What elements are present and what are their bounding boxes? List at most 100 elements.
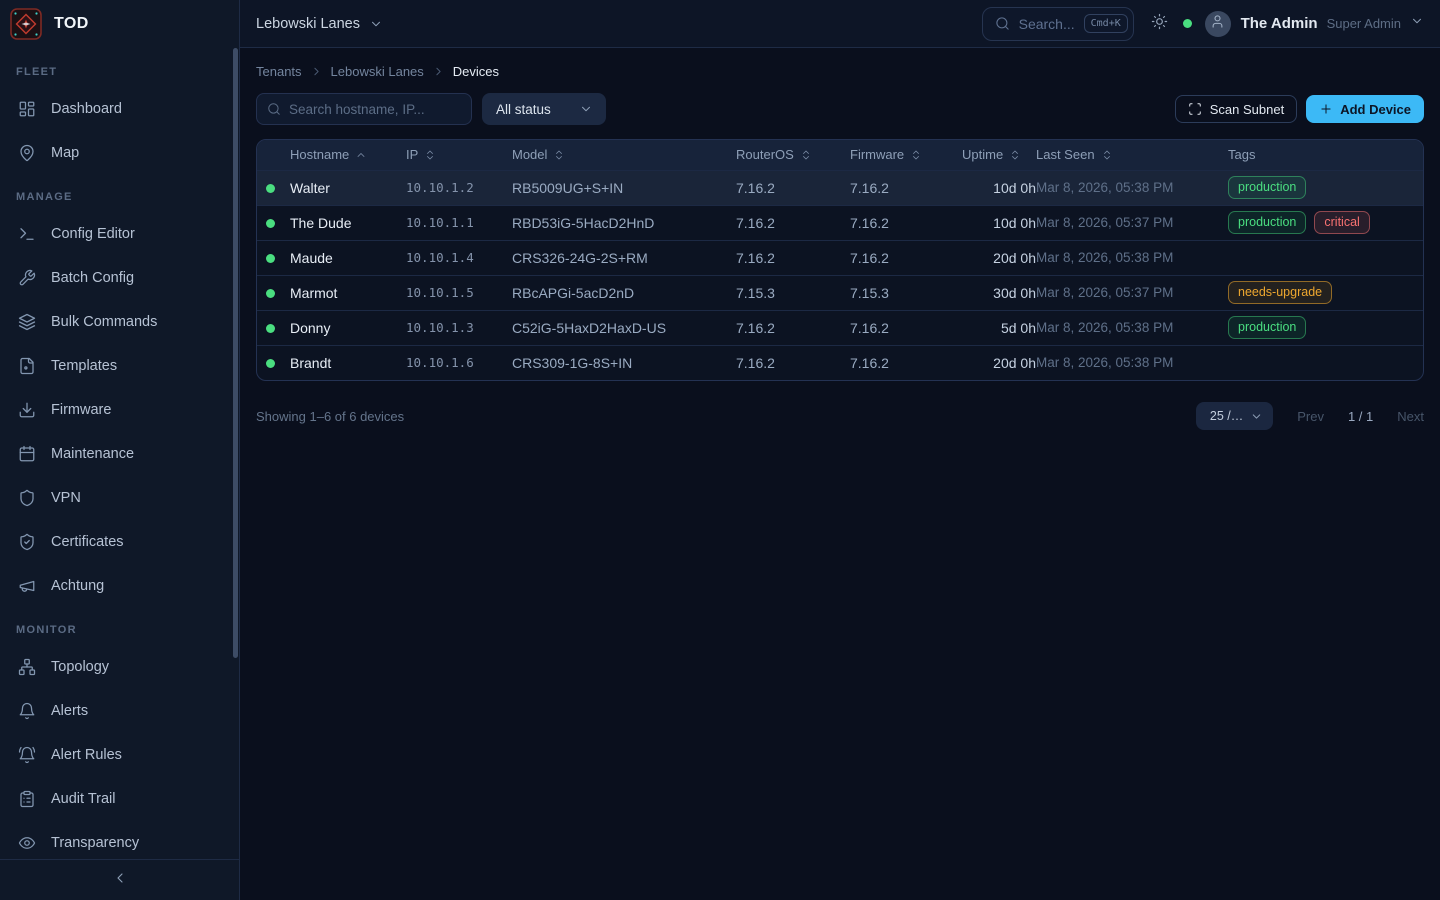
- sidebar-collapse-button[interactable]: [0, 859, 239, 900]
- sidebar-item-label: Achtung: [51, 578, 104, 594]
- scan-icon: [1188, 102, 1202, 116]
- status-cell: [257, 310, 290, 345]
- shield-icon: [18, 489, 36, 507]
- sidebar-scrollbar[interactable]: [233, 48, 238, 658]
- sidebar-item-label: Topology: [51, 659, 109, 675]
- chevron-down-icon: [579, 102, 593, 116]
- column-header-hostname[interactable]: Hostname: [290, 140, 406, 170]
- sidebar-item-label: Map: [51, 145, 79, 161]
- next-page-button[interactable]: Next: [1397, 409, 1424, 424]
- user-name: The Admin: [1241, 15, 1318, 32]
- tags-cell-td: [1228, 345, 1423, 380]
- shield-check-icon: [18, 533, 36, 551]
- status-filter-select[interactable]: All status: [482, 93, 606, 125]
- search-shortcut-badge: Cmd+K: [1084, 14, 1128, 33]
- uptime-cell: 30d 0h: [962, 275, 1036, 310]
- ip-cell: 10.10.1.4: [406, 240, 512, 275]
- firmware-cell: 7.16.2: [850, 310, 962, 345]
- sidebar-item-templates[interactable]: Templates: [0, 344, 239, 388]
- device-search-field[interactable]: [256, 93, 472, 125]
- sort-icon: [424, 149, 436, 161]
- bell-icon: [18, 702, 36, 720]
- sidebar-item-batch-config[interactable]: Batch Config: [0, 256, 239, 300]
- search-icon: [267, 102, 281, 116]
- clipboard-list-icon: [18, 790, 36, 808]
- hostname-cell: Donny: [290, 310, 406, 345]
- ip-cell: 10.10.1.2: [406, 170, 512, 205]
- chevron-left-icon: [112, 870, 128, 891]
- sidebar: TOD FLEETDashboardMapMANAGEConfig Editor…: [0, 0, 240, 900]
- sidebar-item-achtung[interactable]: Achtung: [0, 564, 239, 608]
- sidebar-item-maintenance[interactable]: Maintenance: [0, 432, 239, 476]
- column-header-last-seen[interactable]: Last Seen: [1036, 140, 1228, 170]
- sort-icon: [553, 149, 565, 161]
- ip-cell: 10.10.1.3: [406, 310, 512, 345]
- model-cell: RB5009UG+S+IN: [512, 170, 736, 205]
- topbar-right: Search... Cmd+K The Admin Super Admin: [982, 7, 1424, 41]
- sidebar-item-transparency[interactable]: Transparency: [0, 821, 239, 859]
- sidebar-item-audit-trail[interactable]: Audit Trail: [0, 777, 239, 821]
- sidebar-item-alerts[interactable]: Alerts: [0, 689, 239, 733]
- tag-badge: production: [1228, 211, 1306, 234]
- column-header-uptime[interactable]: Uptime: [962, 140, 1036, 170]
- sidebar-item-label: Certificates: [51, 534, 124, 550]
- sort-icon: [1101, 149, 1113, 161]
- sidebar-item-alert-rules[interactable]: Alert Rules: [0, 733, 239, 777]
- sidebar-item-label: Alert Rules: [51, 747, 122, 763]
- results-summary: Showing 1–6 of 6 devices: [256, 409, 404, 424]
- avatar[interactable]: [1205, 11, 1231, 37]
- sidebar-item-config-editor[interactable]: Config Editor: [0, 212, 239, 256]
- user-menu-button[interactable]: [1410, 14, 1424, 33]
- dashboard-icon: [18, 100, 36, 118]
- sidebar-item-label: Config Editor: [51, 226, 135, 242]
- tag-badge: production: [1228, 176, 1306, 199]
- sort-icon: [910, 149, 922, 161]
- scan-subnet-label: Scan Subnet: [1210, 102, 1284, 117]
- breadcrumb-tenants[interactable]: Tenants: [256, 64, 302, 79]
- add-device-button[interactable]: Add Device: [1306, 95, 1424, 123]
- last-seen-cell: Mar 8, 2026, 05:38 PM: [1036, 240, 1228, 275]
- device-row[interactable]: The Dude10.10.1.1RBD53iG-5HacD2HnD7.16.2…: [257, 205, 1423, 240]
- device-row[interactable]: Maude10.10.1.4CRS326-24G-2S+RM7.16.27.16…: [257, 240, 1423, 275]
- device-row[interactable]: Brandt10.10.1.6CRS309-1G-8S+IN7.16.27.16…: [257, 345, 1423, 380]
- sidebar-item-label: Batch Config: [51, 270, 134, 286]
- column-header-firmware[interactable]: Firmware: [850, 140, 962, 170]
- scan-subnet-button[interactable]: Scan Subnet: [1175, 95, 1297, 123]
- global-search-button[interactable]: Search... Cmd+K: [982, 7, 1134, 41]
- sidebar-item-vpn[interactable]: VPN: [0, 476, 239, 520]
- model-cell: CRS326-24G-2S+RM: [512, 240, 736, 275]
- sidebar-item-topology[interactable]: Topology: [0, 645, 239, 689]
- hostname-cell: Brandt: [290, 345, 406, 380]
- column-header-routeros[interactable]: RouterOS: [736, 140, 850, 170]
- column-header-ip[interactable]: IP: [406, 140, 512, 170]
- app-logo[interactable]: TOD: [0, 0, 239, 48]
- sort-asc-icon: [355, 149, 367, 161]
- firmware-cell: 7.16.2: [850, 170, 962, 205]
- device-row[interactable]: Donny10.10.1.3C52iG-5HaxD2HaxD-US7.16.27…: [257, 310, 1423, 345]
- device-row[interactable]: Marmot10.10.1.5RBcAPGi-5acD2nD7.15.37.15…: [257, 275, 1423, 310]
- map-pin-icon: [18, 144, 36, 162]
- topbar: Lebowski Lanes Search... Cmd+K The Admin…: [240, 0, 1440, 48]
- device-search-input[interactable]: [289, 102, 461, 117]
- calendar-icon: [18, 445, 36, 463]
- ip-cell: 10.10.1.5: [406, 275, 512, 310]
- theme-toggle-button[interactable]: [1151, 13, 1168, 35]
- column-header-model[interactable]: Model: [512, 140, 736, 170]
- sidebar-item-certificates[interactable]: Certificates: [0, 520, 239, 564]
- model-cell: C52iG-5HaxD2HaxD-US: [512, 310, 736, 345]
- sidebar-item-bulk-commands[interactable]: Bulk Commands: [0, 300, 239, 344]
- ip-cell: 10.10.1.6: [406, 345, 512, 380]
- prev-page-button[interactable]: Prev: [1297, 409, 1324, 424]
- breadcrumb-tenant[interactable]: Lebowski Lanes: [331, 64, 424, 79]
- status-cell: [257, 345, 290, 380]
- sidebar-item-label: Transparency: [51, 835, 139, 851]
- sidebar-item-map[interactable]: Map: [0, 131, 239, 175]
- sidebar-item-firmware[interactable]: Firmware: [0, 388, 239, 432]
- page-size-select[interactable]: 25 /…: [1196, 402, 1273, 430]
- sidebar-item-dashboard[interactable]: Dashboard: [0, 87, 239, 131]
- chevron-down-icon: [1250, 410, 1263, 423]
- file-icon: [18, 357, 36, 375]
- device-row[interactable]: Walter10.10.1.2RB5009UG+S+IN7.16.27.16.2…: [257, 170, 1423, 205]
- chevron-right-icon: [310, 65, 323, 78]
- tenant-selector[interactable]: Lebowski Lanes: [256, 16, 383, 32]
